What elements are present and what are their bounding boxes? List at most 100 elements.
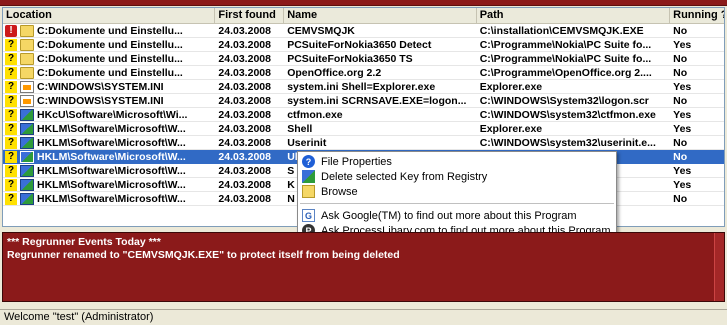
cell-name: Userinit [287, 137, 327, 149]
cell-running: Yes [673, 39, 692, 51]
table-row[interactable]: ? HKLM\Software\Microsoft\W... 24.03.2008 S… [3, 122, 724, 136]
cell-first-found: 24.03.2008 [218, 151, 271, 163]
cell-name: ctfmon.exe [287, 109, 343, 121]
startup-folder-icon [20, 24, 34, 37]
cell-location: ? C:Dokumente und Einstellu... [3, 52, 215, 65]
cell-location: ? C:WINDOWS\SYSTEM.INI [3, 94, 215, 107]
cell-path: C:\Programme\OpenOffice.org 2.... [479, 67, 652, 79]
question-icon: ? [5, 150, 17, 163]
cell-first-found: 24.03.2008 [218, 25, 271, 37]
cell-location: ? HKLM\Software\Microsoft\W... [3, 178, 215, 191]
question-icon: ? [5, 80, 17, 93]
cell-first-found: 24.03.2008 [218, 81, 271, 93]
cell-location: ? HKLM\Software\Microsoft\W... [3, 192, 215, 205]
warning-bug-icon: ! [5, 24, 17, 37]
cell-name: PCSuiteForNokia3650 Detect [287, 39, 432, 51]
menu-item-browse[interactable]: Browse [298, 184, 616, 199]
cell-running: No [673, 193, 688, 205]
folder-icon [302, 185, 315, 198]
cell-path: C:\Programme\Nokia\PC Suite fo... [479, 39, 652, 51]
cell-first-found: 24.03.2008 [218, 123, 271, 135]
cell-location: ? C:Dokumente und Einstellu... [3, 66, 215, 79]
table-row[interactable]: ? C:WINDOWS\SYSTEM.INI 24.03.2008 system.in… [3, 80, 724, 94]
cell-first-found: 24.03.2008 [218, 137, 271, 149]
cell-location: ? HKLM\Software\Microsoft\W... [3, 150, 215, 163]
cell-name: CEMVSMQJK [287, 25, 355, 37]
location-text: C:Dokumente und Einstellu... [37, 38, 183, 51]
ini-file-icon [20, 80, 34, 93]
cell-location: ? C:WINDOWS\SYSTEM.INI [3, 80, 215, 93]
table-row[interactable]: ? C:Dokumente und Einstellu... 24.03.2008 P… [3, 52, 724, 66]
cell-first-found: 24.03.2008 [218, 193, 271, 205]
cell-first-found: 24.03.2008 [218, 179, 271, 191]
column-header-first-found[interactable]: First found [215, 8, 285, 23]
column-header-name[interactable]: Name [284, 8, 477, 23]
cell-running: No [673, 53, 688, 65]
table-row[interactable]: ? C:WINDOWS\SYSTEM.INI 24.03.2008 system.in… [3, 94, 724, 108]
menu-item-label: File Properties [321, 155, 392, 168]
startup-folder-icon [20, 66, 34, 79]
table-row[interactable]: ? HKcU\Software\Microsoft\Wi... 24.03.2008… [3, 108, 724, 122]
registry-icon [20, 136, 34, 149]
ini-file-icon [20, 94, 34, 107]
cell-location: ? HKcU\Software\Microsoft\Wi... [3, 108, 215, 121]
events-scrollbar[interactable] [714, 233, 724, 301]
cell-location: ! C:Dokumente und Einstellu... [3, 24, 215, 37]
location-text: HKcU\Software\Microsoft\Wi... [37, 108, 188, 121]
cell-location: ? HKLM\Software\Microsoft\W... [3, 164, 215, 177]
location-text: HKLM\Software\Microsoft\W... [37, 164, 186, 177]
cell-name: OpenOffice.org 2.2 [287, 67, 382, 79]
registry-icon [20, 108, 34, 121]
table-row[interactable]: ? C:Dokumente und Einstellu... 24.03.2008 O… [3, 66, 724, 80]
cell-path: C:\WINDOWS\system32\ctfmon.exe [479, 109, 656, 121]
cell-first-found: 24.03.2008 [218, 53, 271, 65]
cell-name: system.ini Shell=Explorer.exe [287, 81, 436, 93]
cell-name: Shell [287, 123, 313, 135]
location-text: C:Dokumente und Einstellu... [37, 52, 183, 65]
column-header-location[interactable]: Location [3, 8, 216, 23]
cell-running: No [673, 95, 688, 107]
question-icon: ? [5, 52, 17, 65]
status-bar: Welcome "test" (Administrator) [0, 309, 727, 325]
question-icon: ? [5, 192, 17, 205]
question-icon: ? [5, 38, 17, 51]
menu-separator [300, 203, 614, 204]
menu-item-ask-google[interactable]: G Ask Google(TM) to find out more about … [298, 208, 616, 223]
table-header: Location First found Name Path Running ? [3, 8, 724, 24]
cell-running: Yes [673, 179, 692, 191]
google-icon: G [302, 209, 315, 222]
top-banner-strip [0, 0, 727, 6]
question-icon: ? [5, 66, 17, 79]
registry-icon [20, 178, 34, 191]
cell-path: C:\WINDOWS\System32\logon.scr [479, 95, 649, 107]
location-text: HKLM\Software\Microsoft\W... [37, 192, 186, 205]
cell-first-found: 24.03.2008 [218, 67, 271, 79]
cell-path: Explorer.exe [479, 123, 543, 135]
cell-path: C:\Programme\Nokia\PC Suite fo... [479, 53, 652, 65]
registry-icon [20, 150, 34, 163]
column-header-path[interactable]: Path [477, 8, 671, 23]
table-row[interactable]: ? HKLM\Software\Microsoft\W... 24.03.2008 U… [3, 136, 724, 150]
menu-item-label: Ask Google(TM) to find out more about th… [321, 209, 577, 222]
menu-item-file-properties[interactable]: ? File Properties [298, 154, 616, 169]
registry-icon [20, 192, 34, 205]
menu-item-label: Delete selected Key from Registry [321, 170, 488, 183]
context-menu: ? File Properties Delete selected Key fr… [297, 151, 617, 239]
cell-first-found: 24.03.2008 [218, 39, 271, 51]
question-icon: ? [5, 94, 17, 107]
location-text: HKLM\Software\Microsoft\W... [37, 150, 186, 163]
question-icon: ? [5, 136, 17, 149]
info-icon: ? [302, 155, 315, 168]
column-header-running[interactable]: Running ? [670, 8, 724, 23]
location-text: HKLM\Software\Microsoft\W... [37, 178, 186, 191]
table-row[interactable]: ? C:Dokumente und Einstellu... 24.03.2008 P… [3, 38, 724, 52]
menu-item-label: Browse [321, 185, 358, 198]
cell-path: C:\WINDOWS\system32\userinit.e... [479, 137, 656, 149]
cell-running: Yes [673, 109, 692, 121]
events-log-panel[interactable]: *** Regrunner Events Today *** Regrunner… [2, 232, 725, 302]
events-heading: *** Regrunner Events Today *** [7, 236, 161, 248]
menu-item-delete-key[interactable]: Delete selected Key from Registry [298, 169, 616, 184]
registry-icon [20, 122, 34, 135]
table-row[interactable]: ! C:Dokumente und Einstellu... 24.03.2008 C… [3, 24, 724, 38]
question-icon: ? [5, 164, 17, 177]
